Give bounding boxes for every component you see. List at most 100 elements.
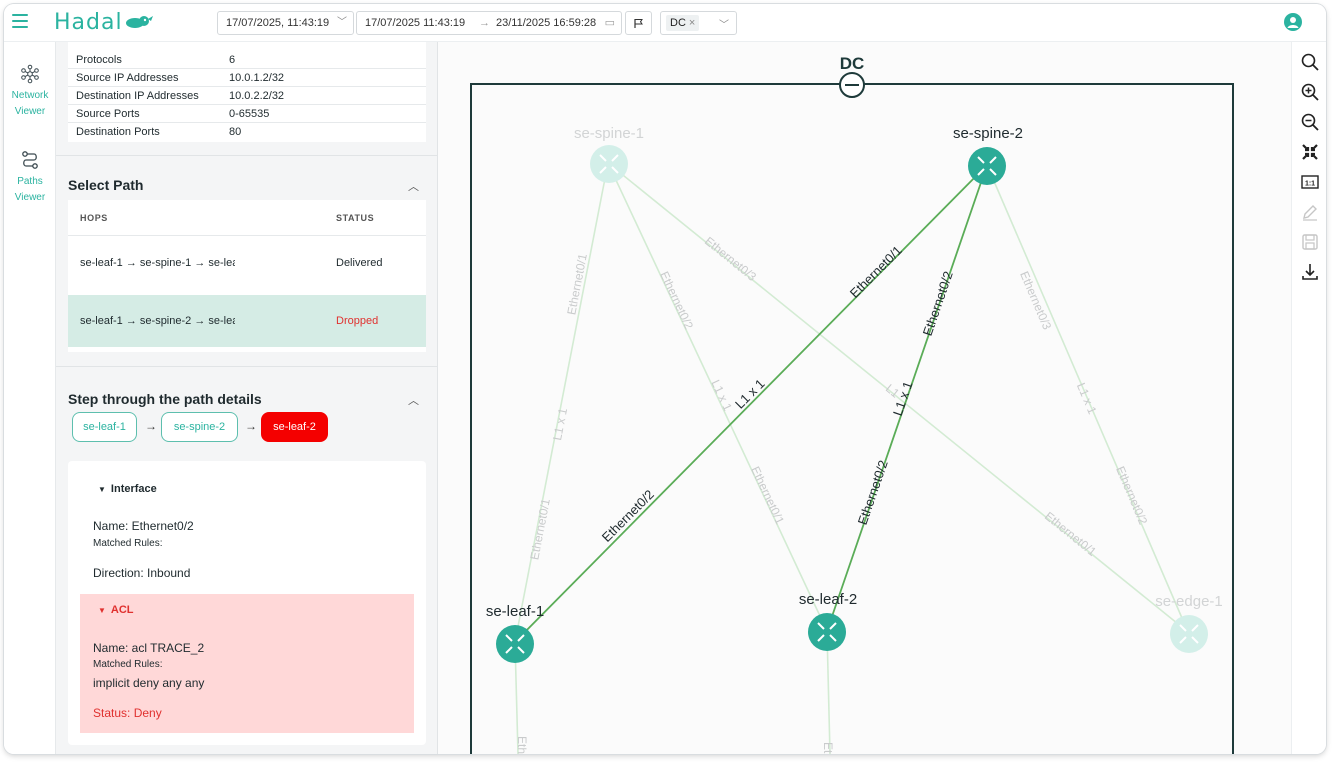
link-label-eth01: Ethernet0/1	[1042, 509, 1099, 559]
node-se-leaf-2[interactable]: se-leaf-2	[799, 591, 857, 651]
app-window: Hadal 17/07/2025, 11:43:19 ﹀ 17/07/2025 …	[4, 4, 1326, 754]
link-label-eth01-active: Ethernet0/1	[847, 243, 905, 301]
flow-key: Destination IP Addresses	[76, 90, 199, 102]
topology-canvas[interactable]: DC Ethernet0/1 L1 x 1 Ethernet0/1 Ethern…	[438, 42, 1291, 754]
topology-graph[interactable]: DC Ethernet0/1 L1 x 1 Ethernet0/1 Ethern…	[438, 42, 1291, 754]
flow-row: Source IP Addresses 10.0.1.2/32	[68, 69, 426, 87]
link-label-eth01: Ethernet0/1	[564, 252, 590, 316]
step-chip-spine-2[interactable]: se-spine-2	[161, 412, 238, 442]
flag-icon	[634, 19, 643, 28]
flow-value: 80	[229, 126, 242, 138]
link-label-l1x1-active: L1 x 1	[732, 376, 768, 412]
link-label-eth02-active: Ethernet0/2	[920, 269, 956, 337]
path-status: Delivered	[336, 257, 383, 269]
calendar-icon: ▭	[604, 17, 615, 29]
zoom-out-icon[interactable]	[1299, 111, 1321, 133]
flow-key: Source IP Addresses	[76, 72, 179, 84]
node-label: se-spine-1	[574, 125, 644, 142]
interface-header: Interface	[110, 483, 157, 495]
actual-size-icon[interactable]: 1:1	[1299, 171, 1321, 193]
step-chip-leaf-2[interactable]: se-leaf-2	[261, 412, 328, 442]
link-label-l1x1: L1 x 1	[1074, 381, 1100, 417]
acl-toggle[interactable]: ▼ ACL	[98, 604, 134, 616]
flow-key: Protocols	[76, 54, 122, 66]
menu-icon[interactable]	[12, 14, 28, 28]
node-label: se-spine-2	[953, 125, 1023, 142]
nav-network-viewer[interactable]: Network Viewer	[4, 64, 56, 120]
node-label: se-edge-1	[1155, 593, 1223, 610]
link-label-eth02: Ethernet0/2	[1113, 464, 1150, 527]
interface-direction: Direction: Inbound	[93, 566, 191, 580]
acl-header: ACL	[110, 604, 134, 616]
edit-icon	[1299, 201, 1321, 223]
node-se-leaf-1[interactable]: se-leaf-1	[486, 603, 544, 663]
search-icon[interactable]	[1299, 51, 1321, 73]
interface-toggle[interactable]: ▼ Interface	[98, 483, 157, 495]
flow-value: 0-65535	[229, 108, 270, 120]
actual-size-label: 1:1	[1305, 181, 1315, 188]
link-label-eth01: Ethernet0/1	[527, 497, 553, 561]
link-label-eth02-active: Ethernet0/2	[855, 458, 891, 526]
link-label-eth-trunc: Eth	[821, 742, 835, 754]
fit-icon[interactable]	[1299, 141, 1321, 163]
link-spine1-leaf1[interactable]	[514, 162, 609, 643]
flow-key: Destination Ports	[76, 126, 160, 138]
link-label-eth02-active: Ethernet0/2	[599, 487, 657, 545]
step-chip-leaf-1[interactable]: se-leaf-1	[72, 412, 137, 442]
nav-network-label-2: Viewer	[14, 106, 46, 117]
interface-name: Name: Ethernet0/2	[93, 519, 194, 533]
flow-value: 10.0.1.2/32	[229, 72, 285, 84]
flow-value: 6	[229, 54, 236, 66]
range-end-value: 23/11/2025 16:59:28	[496, 17, 597, 29]
graph-toolbar: 1:1	[1291, 42, 1326, 754]
path-status: Dropped	[336, 315, 379, 327]
zoom-in-icon[interactable]	[1299, 81, 1321, 103]
link-spine2-leaf1-active[interactable]	[514, 164, 988, 643]
collapse-group-icon[interactable]	[839, 72, 865, 98]
start-datetime-value: 17/07/2025, 11:43:19	[226, 17, 330, 29]
link-label-eth-trunc: Eth	[515, 736, 529, 754]
nav-paths-label-2: Viewer	[14, 192, 46, 203]
node-se-spine-1[interactable]: se-spine-1	[574, 125, 644, 183]
node-se-spine-2[interactable]: se-spine-2	[953, 125, 1023, 185]
link-label-eth01: Ethernet0/1	[748, 464, 787, 526]
path-hops: se-leaf-1 → se-spine-1 → se-leaf-2	[80, 257, 235, 269]
dc-filter-chip[interactable]: DC ×	[666, 15, 700, 31]
link-label-l1x1: L1 x 1	[708, 378, 735, 414]
table-row[interactable]: se-leaf-1 → se-spine-1 → se-leaf-2 Deliv…	[68, 237, 426, 289]
user-avatar-icon[interactable]	[1284, 13, 1302, 31]
divider	[56, 155, 437, 156]
start-datetime-picker[interactable]: 17/07/2025, 11:43:19 ﹀	[217, 11, 354, 35]
range-start-value: 17/07/2025 11:43:19	[365, 17, 466, 29]
date-range-picker[interactable]: 17/07/2025 11:43:19 → 23/11/2025 16:59:2…	[356, 11, 622, 35]
nav-paths-label-1: Paths	[17, 176, 43, 187]
flow-key: Source Ports	[76, 108, 140, 120]
collapse-step-icon[interactable]: ︿	[408, 392, 419, 408]
left-nav: Network Viewer Paths Viewer	[4, 42, 56, 754]
nav-network-label-1: Network	[11, 90, 49, 101]
dc-group-label: DC	[840, 54, 865, 73]
link-label-eth02: Ethernet0/2	[657, 269, 696, 331]
dc-chip-label: DC	[670, 17, 686, 29]
link-label-eth03: Ethernet0/3	[702, 234, 759, 284]
download-icon[interactable]	[1299, 261, 1321, 283]
select-path-title: Select Path	[68, 177, 144, 193]
nav-paths-viewer[interactable]: Paths Viewer	[4, 150, 56, 206]
chevron-down-icon[interactable]: ﹀	[719, 16, 729, 31]
path-table-header: HOPS STATUS	[68, 200, 426, 236]
step-title: Step through the path details	[68, 391, 262, 407]
node-se-edge-1[interactable]: se-edge-1	[1155, 593, 1223, 653]
acl-status: Status: Deny	[93, 706, 162, 720]
paths-icon	[22, 151, 38, 169]
collapse-select-path-icon[interactable]: ︿	[408, 178, 419, 194]
flow-row: Source Ports 0-65535	[68, 105, 426, 123]
interface-matched-rules: Matched Rules:	[93, 538, 163, 549]
table-row-selected[interactable]: se-leaf-1 → se-spine-2 → se-leaf-2 Dropp…	[68, 295, 426, 347]
flag-button[interactable]	[625, 11, 652, 35]
remove-chip-icon[interactable]: ×	[689, 17, 695, 29]
logo-fish-icon	[126, 16, 153, 28]
path-hops: se-leaf-1 → se-spine-2 → se-leaf-2	[80, 315, 235, 327]
flow-row: Destination Ports 80	[68, 123, 426, 141]
divider	[56, 366, 437, 367]
datacenter-select[interactable]: DC × ﹀	[660, 11, 737, 35]
